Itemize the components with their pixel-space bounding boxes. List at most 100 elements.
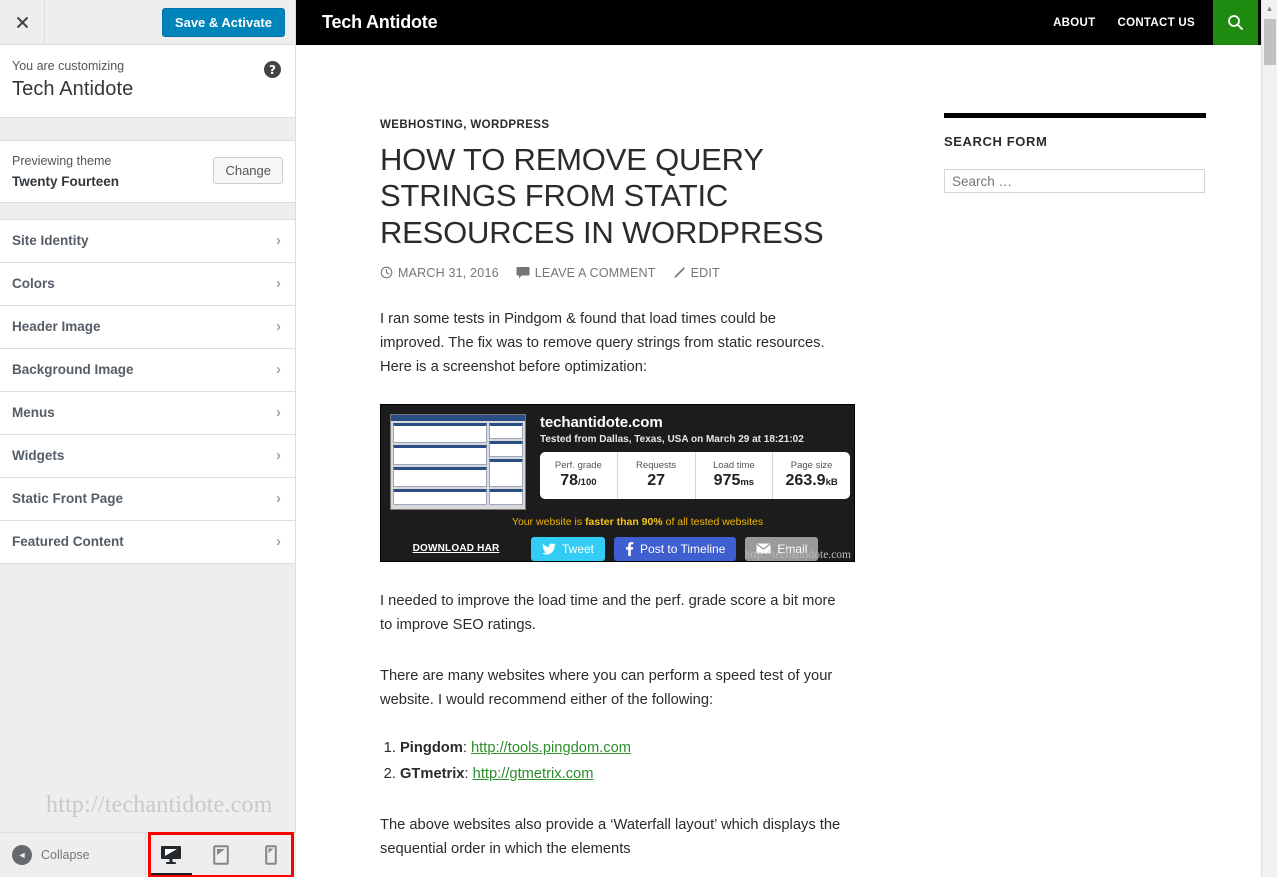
site-nav: ABOUT CONTACT US <box>1053 17 1213 29</box>
stat-requests: Requests 27 <box>618 451 696 499</box>
twitter-icon <box>542 542 556 555</box>
sidebar-item-menus[interactable]: Menus › <box>0 392 295 435</box>
sidebar-item-featured-content[interactable]: Featured Content › <box>0 521 295 564</box>
device-tablet-button[interactable] <box>196 833 246 877</box>
post-date-label: MARCH 31, 2016 <box>398 265 499 280</box>
sidebar-item-colors[interactable]: Colors › <box>0 263 295 306</box>
post-to-timeline-button[interactable]: Post to Timeline <box>614 536 737 561</box>
sidebar-item-label: Widgets <box>12 448 65 463</box>
thumbnail-block <box>393 488 487 505</box>
tool-link[interactable]: http://tools.pingdom.com <box>471 740 631 756</box>
pingdom-domain: techantidote.com <box>540 413 663 431</box>
stat-value: 263.9kB <box>786 472 838 490</box>
post-date[interactable]: MARCH 31, 2016 <box>380 266 499 280</box>
thumbnail-block <box>393 422 487 443</box>
sidebar-item-widgets[interactable]: Widgets › <box>0 435 295 478</box>
customizer-header: Save & Activate <box>0 0 295 45</box>
post-categories[interactable]: WEBHOSTING, WORDPRESS <box>380 119 886 131</box>
post-edit-link[interactable]: EDIT <box>673 266 720 280</box>
stat-unit: kB <box>825 477 838 489</box>
page-title: HOW TO REMOVE QUERY STRINGS FROM STATIC … <box>380 142 824 250</box>
device-preview-group <box>146 833 296 877</box>
sidebar-item-label: Colors <box>12 276 55 291</box>
stat-unit: /100 <box>578 477 597 489</box>
theme-info: Previewing theme Twenty Fourteen <box>12 152 119 189</box>
tool-separator: : <box>464 765 473 782</box>
sidebar-widget-area: SEARCH FORM <box>944 45 1214 862</box>
stat-value: 975ms <box>714 472 754 490</box>
pingdom-watermark: http://techantidote.com <box>744 548 851 561</box>
device-desktop-button[interactable] <box>146 833 196 877</box>
search-icon <box>1228 15 1243 30</box>
tool-link[interactable]: http://gtmetrix.com <box>473 766 594 782</box>
tool-name: Pingdom <box>400 739 463 756</box>
tweet-button[interactable]: Tweet <box>531 536 606 561</box>
stat-label: Perf. grade <box>554 460 602 472</box>
stat-value: 78/100 <box>560 472 596 490</box>
sidebar-item-static-front-page[interactable]: Static Front Page › <box>0 478 295 521</box>
thumbnail-main-column <box>393 422 487 505</box>
pingdom-info: techantidote.com Tested from Dallas, Tex… <box>526 414 850 510</box>
widget-divider <box>944 113 1206 118</box>
site-thumbnail-image <box>390 413 526 510</box>
thumbnail-side-column <box>489 422 523 505</box>
header-spacer <box>45 0 162 44</box>
post-paragraph-1: I ran some tests in Pindgom & found that… <box>380 310 825 376</box>
sidebar-item-label: Static Front Page <box>12 491 124 506</box>
site-header: Tech Antidote ABOUT CONTACT US <box>296 0 1277 45</box>
chevron-right-icon: › <box>276 533 281 550</box>
collapse-label: Collapse <box>41 848 90 862</box>
chevron-right-icon: › <box>276 232 281 249</box>
scroll-up-arrow-icon[interactable]: ▲ <box>1262 0 1277 17</box>
recommended-tools-list: Pingdom: http://tools.pingdom.com GTmetr… <box>400 736 886 787</box>
theme-preview-frame: Tech Antidote ABOUT CONTACT US WEBHOSTIN… <box>296 0 1277 877</box>
stat-label: Requests <box>636 460 677 472</box>
stat-value: 27 <box>647 472 665 490</box>
tool-separator: : <box>462 739 471 756</box>
collapse-arrow-icon: ◄ <box>12 845 32 865</box>
pencil-icon <box>673 267 685 279</box>
post-to-timeline-label: Post to Timeline <box>640 541 726 556</box>
widget-title-search-form: SEARCH FORM <box>944 134 1048 149</box>
thumbnail-body <box>391 421 525 507</box>
sidebar-item-header-image[interactable]: Header Image › <box>0 306 295 349</box>
change-theme-button[interactable]: Change <box>213 156 283 184</box>
pingdom-faster-message: Your website is faster than 90% of all t… <box>381 516 854 528</box>
stat-number: 78 <box>560 472 579 490</box>
thumbnail-block <box>489 488 523 505</box>
close-icon[interactable] <box>0 0 45 44</box>
chevron-right-icon: › <box>276 447 281 464</box>
post-edit-label: EDIT <box>690 265 720 280</box>
post-comments-link[interactable]: LEAVE A COMMENT <box>516 266 656 280</box>
pingdom-top-row: techantidote.com Tested from Dallas, Tex… <box>381 405 854 510</box>
search-input[interactable] <box>944 169 1205 193</box>
sidebar-item-site-identity[interactable]: Site Identity › <box>0 220 295 263</box>
post-paragraph-3: There are many websites where you can pe… <box>380 668 833 709</box>
post-paragraph-4: The above websites also provide a ‘Water… <box>380 817 841 858</box>
previewing-theme-label: Previewing theme <box>12 153 112 168</box>
stat-page-size: Page size 263.9kB <box>773 452 850 499</box>
preview-scrollbar[interactable]: ▲ <box>1261 0 1277 877</box>
comment-icon <box>516 267 530 279</box>
chevron-right-icon: › <box>276 361 281 378</box>
download-har-button[interactable]: DOWNLOAD HAR <box>390 543 522 554</box>
stat-unit: ms <box>740 477 755 489</box>
faster-suffix: of all tested websites <box>662 515 764 528</box>
post-meta: MARCH 31, 2016 LEAVE A COMMENT EDIT <box>380 266 886 280</box>
device-mobile-button[interactable] <box>246 833 296 877</box>
nav-item-contact-us[interactable]: CONTACT US <box>1117 17 1195 29</box>
nav-item-about[interactable]: ABOUT <box>1053 17 1095 29</box>
search-toggle-button[interactable] <box>1213 0 1258 45</box>
chevron-right-icon: › <box>276 275 281 292</box>
scrollbar-thumb[interactable] <box>1264 19 1276 65</box>
collapse-button[interactable]: ◄ Collapse <box>0 833 146 877</box>
save-and-activate-button[interactable]: Save & Activate <box>161 7 285 37</box>
tweet-label: Tweet <box>562 541 595 556</box>
help-icon[interactable]: ? <box>264 61 281 78</box>
post-comments-label: LEAVE A COMMENT <box>534 265 656 280</box>
sidebar-item-background-image[interactable]: Background Image › <box>0 349 295 392</box>
chevron-right-icon: › <box>276 318 281 335</box>
site-title: Tech Antidote <box>322 12 438 32</box>
sidebar-item-label: Background Image <box>12 362 134 377</box>
tool-name: GTmetrix <box>400 765 465 782</box>
